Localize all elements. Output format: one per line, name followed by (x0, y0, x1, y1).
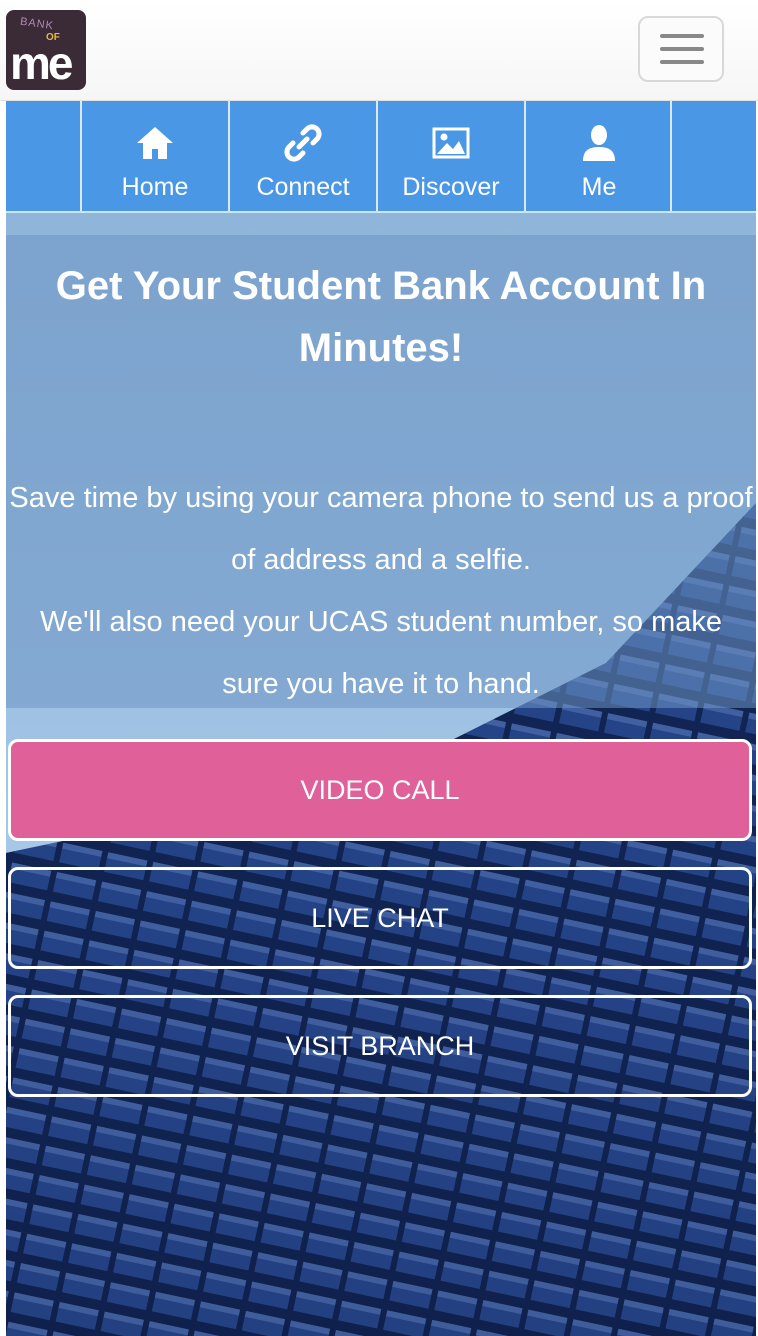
visit-branch-button[interactable]: VISIT BRANCH (8, 995, 752, 1097)
nav-item-me[interactable]: Me (524, 101, 672, 211)
nav-label-connect: Connect (256, 173, 350, 201)
bank-of-me-logo[interactable]: BANK OF me (6, 10, 86, 90)
nav-item-home[interactable]: Home (80, 101, 228, 211)
logo-text-bank: BANK (19, 15, 55, 33)
user-icon (526, 123, 672, 163)
hero-section: Get Your Student Bank Account In Minutes… (6, 213, 756, 1336)
link-icon (230, 123, 376, 163)
hero-body-ucas: We'll also need your UCAS student number… (39, 606, 722, 700)
intro-panel: Get Your Student Bank Account In Minutes… (6, 235, 756, 708)
hamburger-icon-bar (660, 47, 704, 51)
home-icon (82, 123, 228, 163)
hero-body-address: Save time by using your camera phone to … (9, 482, 753, 576)
menu-toggle-button[interactable] (638, 16, 724, 82)
nav-label-discover: Discover (402, 173, 500, 201)
hero-title: Get Your Student Bank Account In Minutes… (55, 264, 707, 370)
hamburger-icon (660, 34, 704, 38)
live-chat-button[interactable]: LIVE CHAT (8, 867, 752, 969)
video-call-button[interactable]: VIDEO CALL (8, 739, 752, 841)
main-nav: Home Connect Discover Me (6, 101, 756, 213)
nav-label-me: Me (581, 173, 617, 201)
nav-item-connect[interactable]: Connect (228, 101, 376, 211)
hamburger-icon-bar (660, 60, 704, 64)
nav-divider (670, 101, 672, 211)
image-icon (378, 123, 524, 163)
logo-text-me: me (10, 37, 74, 89)
nav-item-discover[interactable]: Discover (376, 101, 524, 211)
app-header: BANK OF me (0, 0, 758, 101)
nav-label-home: Home (121, 173, 189, 201)
